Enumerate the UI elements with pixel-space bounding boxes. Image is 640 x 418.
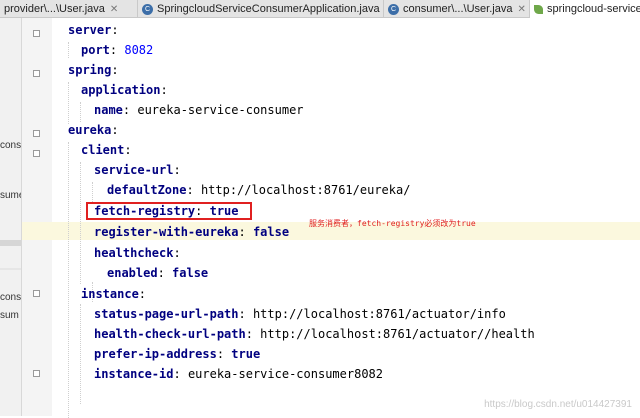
yaml-line: register-with-eureka: false [94, 225, 290, 239]
class-icon: C [388, 3, 399, 15]
watermark: https://blog.csdn.net/u014427391 [484, 399, 632, 410]
yaml-line: spring: [68, 63, 119, 77]
yaml-line: server: [68, 23, 119, 37]
tab-label: springcloud-service [547, 3, 640, 15]
indent-guide [68, 42, 69, 58]
project-tree-item[interactable]: sum [0, 310, 19, 321]
close-icon[interactable]: ✕ [110, 4, 118, 15]
tab-label: provider\...\User.java [4, 3, 105, 15]
tab-label: consumer\...\User.java [403, 3, 513, 15]
indent-guide [68, 142, 69, 418]
yaml-line: instance-id: eureka-service-consumer8082 [94, 367, 384, 381]
class-icon: C [142, 3, 153, 15]
yaml-line: health-check-url-path: http://localhost:… [94, 327, 535, 341]
highlight-box [86, 202, 252, 220]
code-editor[interactable]: server: port: 8082 spring: application: … [22, 18, 640, 418]
indent-guide [80, 304, 81, 404]
yaml-line: eureka: [68, 123, 119, 137]
fold-marker[interactable] [33, 150, 40, 157]
editor-tab-bar: provider\...\User.java ✕ C SpringcloudSe… [0, 0, 640, 18]
yaml-line: service-url: [94, 163, 181, 177]
indent-guide [68, 82, 69, 124]
spring-leaf-icon [534, 4, 543, 14]
yaml-line: application: [81, 83, 168, 97]
project-tree-item[interactable]: cons [0, 292, 21, 303]
tab-consumer-user-java[interactable]: C consumer\...\User.java ✕ [384, 0, 530, 18]
fold-marker[interactable] [33, 30, 40, 37]
annotation-text: 服务消费者，fetch-registry必须改为true [309, 219, 476, 228]
yaml-line: healthcheck: [94, 246, 181, 260]
project-panel: cons sume cons sum [0, 18, 22, 416]
fold-marker[interactable] [33, 70, 40, 77]
tab-provider-user-java[interactable]: provider\...\User.java ✕ [0, 0, 138, 18]
fold-marker[interactable] [33, 370, 40, 377]
tab-label: SpringcloudServiceConsumerApplication.ja… [157, 3, 380, 15]
indent-guide [80, 102, 81, 122]
panel-divider [0, 268, 21, 270]
yaml-line: port: 8082 [81, 43, 154, 57]
fold-marker[interactable] [33, 130, 40, 137]
indent-guide [80, 162, 81, 284]
yaml-line: name: eureka-service-consumer [94, 103, 304, 117]
tab-consumer-application-java[interactable]: C SpringcloudServiceConsumerApplication.… [138, 0, 384, 18]
editor-gutter [22, 18, 52, 416]
indent-guide [92, 182, 93, 202]
yaml-line: defaultZone: http://localhost:8761/eurek… [107, 183, 411, 197]
yaml-line: instance: [81, 287, 147, 301]
close-icon[interactable]: ✕ [517, 4, 525, 15]
tab-springcloud-service-yml[interactable]: springcloud-service [530, 0, 640, 18]
yaml-line: prefer-ip-address: true [94, 347, 261, 361]
yaml-line: client: [81, 143, 132, 157]
project-tree-item[interactable]: sume [0, 190, 21, 201]
yaml-line: enabled: false [107, 266, 209, 280]
fold-marker[interactable] [33, 290, 40, 297]
selection-band [0, 240, 21, 246]
yaml-line: status-page-url-path: http://localhost:8… [94, 307, 506, 321]
project-tree-item[interactable]: cons [0, 140, 21, 151]
